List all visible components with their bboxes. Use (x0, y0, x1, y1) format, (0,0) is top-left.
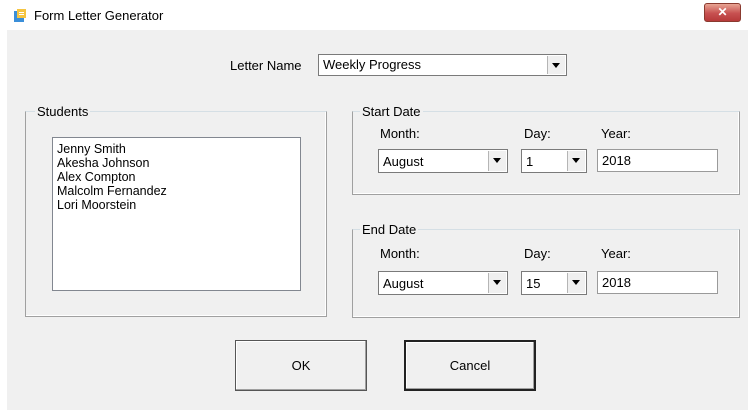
list-item[interactable]: Alex Compton (57, 170, 300, 184)
start-month-select[interactable]: August (378, 149, 508, 173)
end-day-value: 15 (526, 276, 541, 291)
list-item[interactable]: Akesha Johnson (57, 156, 300, 170)
end-month-value: August (383, 276, 424, 291)
chevron-down-icon[interactable] (547, 56, 565, 74)
end-day-label: Day: (524, 246, 551, 261)
start-day-value: 1 (526, 154, 534, 169)
start-date-group-title: Start Date (360, 104, 423, 119)
chevron-down-icon[interactable] (488, 151, 506, 171)
window-title: Form Letter Generator (34, 8, 164, 23)
end-date-group-title: End Date (360, 222, 419, 237)
list-item[interactable]: Malcolm Fernandez (57, 184, 300, 198)
cancel-button[interactable]: Cancel (404, 340, 536, 391)
letter-name-select[interactable]: Weekly Progress (318, 54, 567, 76)
title-bar[interactable]: Form Letter Generator ✕ (0, 0, 748, 30)
start-year-label: Year: (601, 126, 631, 141)
letter-name-label: Letter Name (230, 58, 302, 73)
dialog-window: Form Letter Generator ✕ Letter Name Week… (0, 0, 748, 410)
end-year-field[interactable] (597, 271, 718, 294)
window-edge (0, 30, 7, 410)
end-day-select[interactable]: 15 (521, 271, 587, 295)
ok-button[interactable]: OK (235, 340, 367, 391)
students-listbox[interactable]: Jenny Smith Akesha Johnson Alex Compton … (52, 137, 301, 291)
start-day-label: Day: (524, 126, 551, 141)
list-item[interactable]: Lori Moorstein (57, 198, 300, 212)
list-item[interactable]: Jenny Smith (57, 142, 300, 156)
chevron-down-icon[interactable] (567, 273, 585, 293)
end-month-label: Month: (380, 246, 420, 261)
end-month-select[interactable]: August (378, 271, 508, 295)
close-icon: ✕ (717, 5, 728, 19)
end-year-label: Year: (601, 246, 631, 261)
students-group-title: Students (35, 104, 91, 119)
start-year-input[interactable] (598, 150, 717, 171)
start-month-value: August (383, 154, 424, 169)
close-button[interactable]: ✕ (704, 3, 741, 22)
letter-name-value: Weekly Progress (323, 57, 422, 72)
chevron-down-icon[interactable] (488, 273, 506, 293)
start-year-field[interactable] (597, 149, 718, 172)
start-month-label: Month: (380, 126, 420, 141)
chevron-down-icon[interactable] (567, 151, 585, 171)
app-icon (14, 9, 26, 22)
start-day-select[interactable]: 1 (521, 149, 587, 173)
end-year-input[interactable] (598, 272, 717, 293)
